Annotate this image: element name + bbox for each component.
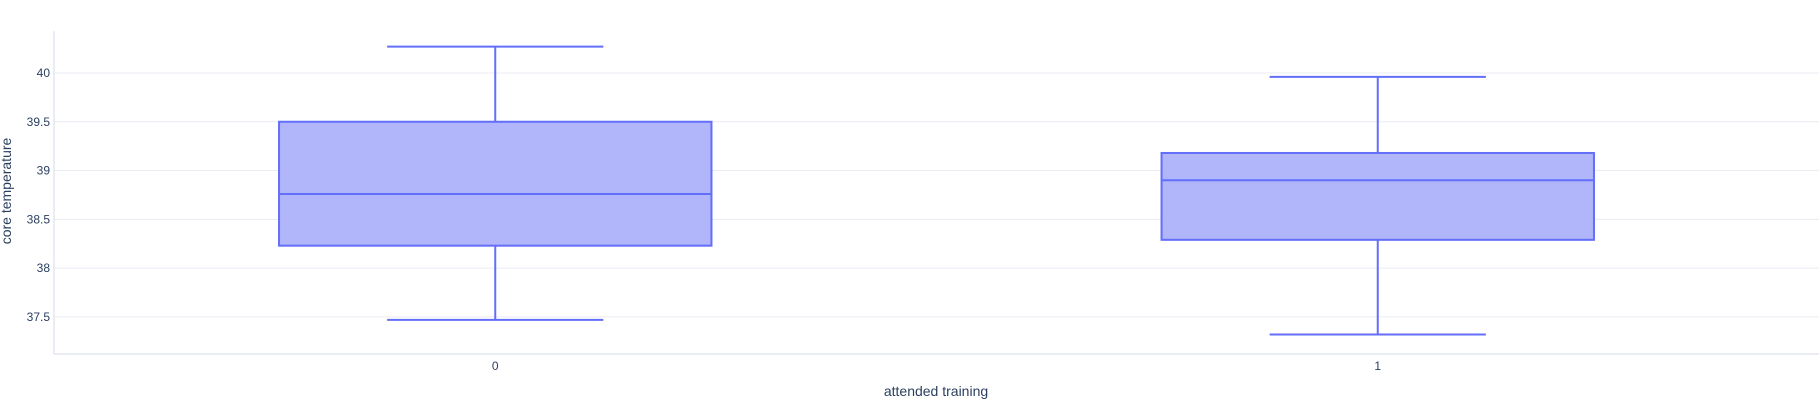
iqr-box — [278, 120, 713, 247]
y-tick-label: 38.5 — [27, 212, 51, 226]
box-plot-chart: 37.53838.53939.540 01 attended training … — [0, 31, 1819, 399]
x-tick-labels: 01 — [492, 359, 1382, 373]
x-axis-title: attended training — [884, 383, 988, 399]
x-tick-label: 0 — [492, 359, 499, 373]
box-0 — [278, 45, 713, 321]
y-tick-label: 39.5 — [27, 115, 51, 129]
y-tick-label: 37.5 — [27, 310, 51, 324]
y-tick-labels: 37.5 38 38.5 39 39.5 40 — [27, 66, 51, 324]
y-tick-label: 40 — [37, 66, 51, 80]
box-1 — [1160, 75, 1595, 336]
x-tick-label: 1 — [1374, 359, 1381, 373]
y-tick-label: 38 — [37, 261, 51, 275]
boxes — [278, 45, 1595, 336]
y-axis-title: core temperature — [0, 137, 14, 244]
y-tick-label: 39 — [37, 164, 51, 178]
iqr-box — [1160, 151, 1595, 241]
